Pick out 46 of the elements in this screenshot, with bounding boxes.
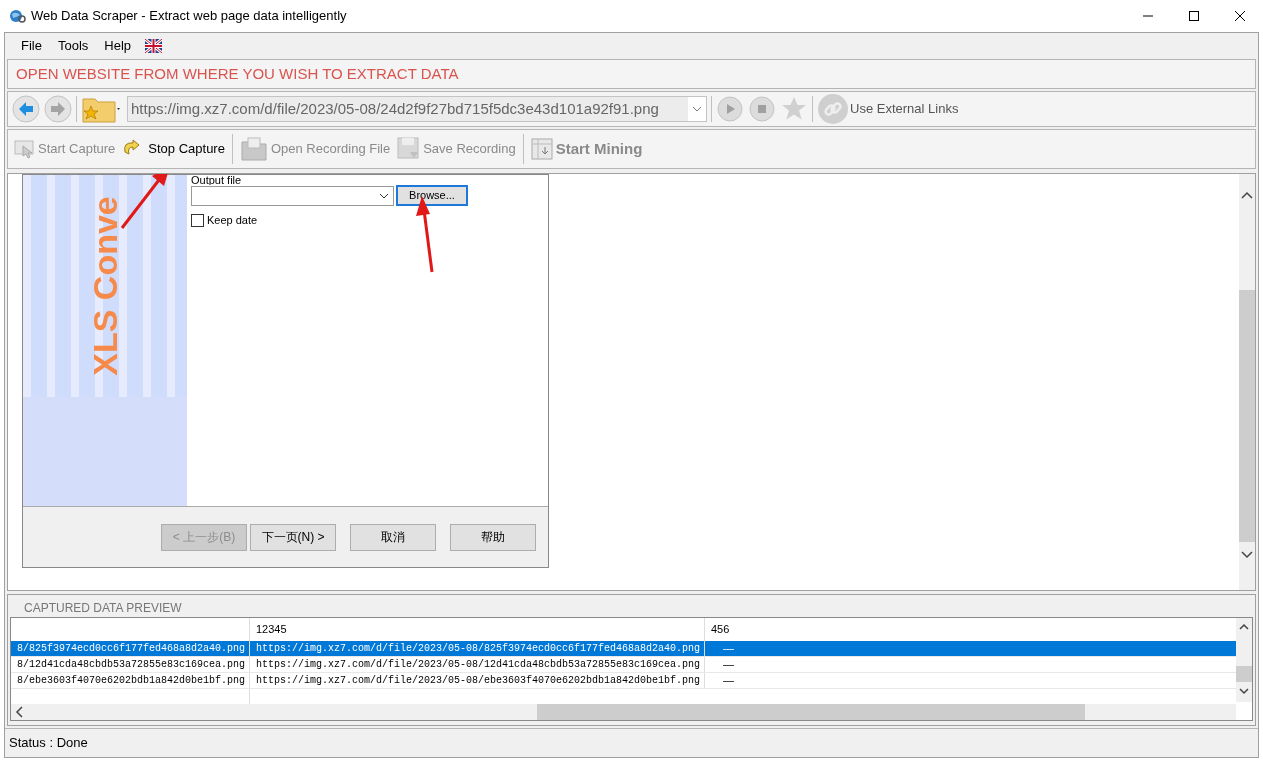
play-icon [716,95,744,123]
menu-item[interactable]: Tools [49,36,97,56]
browse-button[interactable]: Browse... [396,185,468,206]
wizard-button[interactable]: 帮助 [450,523,536,551]
address-field[interactable]: https://img.xz7.com/d/file/2023/05-08/24d2f9f27bd715f5dc3e43d101a92f91.png [127,96,707,122]
table-row[interactable]: 8/12d41cda48cbdb53a72855e83c169cea.png https://img.xz7.com/d/file/2023/05-08/12d41cda48cbdb53a72855e83c169cea.png — [11,657,1236,673]
status-text: Status : Done [9,734,88,753]
checkbox[interactable] [191,213,204,227]
scrollbar-thumb[interactable] [1239,290,1255,542]
menu-item[interactable]: File [13,36,50,56]
stop-icon [748,95,776,123]
maximize-icon[interactable] [1189,11,1199,21]
wizard-button[interactable]: 取消 [350,523,436,551]
table-icon [530,138,553,160]
table-cell-text: — [722,657,734,672]
globe-icon [8,8,26,24]
table-row[interactable]: 8/825f3974ecd0cc6f177fed468a8d2a40.png https://img.xz7.com/d/file/2023/05-08/825f3974ecd0cc6f177fed468a8d2a40.png — [11,641,1236,657]
external-links-label[interactable]: Use External Links [850,99,959,119]
cursor-icon [13,138,35,160]
close-icon[interactable] [1235,11,1245,21]
wizard-button[interactable]: 下一页(N) > [250,523,336,551]
section-heading: OPEN WEBSITE FROM WHERE YOU WISH TO EXTRACT DATA [16,63,459,84]
table-cell-text: 8/825f3974ecd0cc6f177fed468a8d2a40.png [16,642,245,656]
table-cell-text: https://img.xz7.com/d/file/2023/05-08/12d41cda48cbdb53a72855e83c169cea.png [256,658,701,672]
table-cell-text: — [722,641,734,656]
flag-icon [145,39,163,53]
output-file-dropdown[interactable] [191,185,394,206]
banner-title: XLS Conve [88,196,122,376]
checkbox-label: Keep date [207,213,258,228]
table-cell-text: — [722,673,734,688]
window-title: Web Data Scraper - Extract web page data intelligently [31,7,347,26]
table-cell-text: https://img.xz7.com/d/file/2023/05-08/825f3974ecd0cc6f177fed468a8d2a40.png [256,642,701,656]
caret-icon [378,191,390,200]
scrollbar-thumb[interactable] [537,704,1085,720]
panel-title: CAPTURED DATA PREVIEW [23,600,183,617]
column-header: 456 [711,622,730,638]
table-cell-text: 8/12d41cda48cbdb53a72855e83c169cea.png [16,658,245,672]
scroll-down-icon [1238,685,1250,697]
column-header: 12345 [256,622,287,638]
folder-icon [239,136,268,162]
menu-item[interactable]: Help [96,36,140,56]
scrollbar-thumb[interactable] [1236,666,1252,682]
table-cell-text: https://img.xz7.com/d/file/2023/05-08/ebe3603f4070e6202bdb1a842d0be1bf.png [256,674,701,688]
toolbar-button[interactable]: Stop Capture [120,134,226,164]
table-cell-text: 8/ebe3603f4070e6202bdb1a842d0be1bf.png [16,674,245,688]
table-row[interactable]: 8/ebe3603f4070e6202bdb1a842d0be1bf.png https://img.xz7.com/d/file/2023/05-08/ebe3603f4070e6202bdb1a842d0be1bf.png — [11,673,1236,689]
